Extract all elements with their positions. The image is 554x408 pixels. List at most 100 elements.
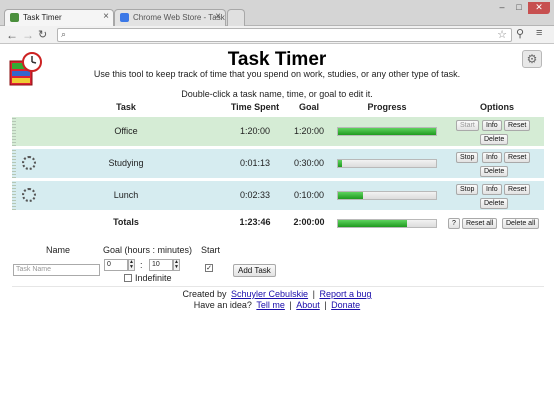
hours-spinner[interactable]: ▲ ▼ bbox=[128, 259, 135, 271]
forward-icon[interactable]: → bbox=[22, 27, 34, 43]
footer-separator: | bbox=[324, 300, 327, 310]
progress-fill bbox=[338, 192, 363, 199]
minimize-icon[interactable]: – bbox=[494, 2, 510, 14]
donate-link[interactable]: Donate bbox=[331, 300, 360, 310]
tab-chrome-web-store[interactable]: Chrome Web Store - Task × bbox=[114, 9, 226, 26]
footer-links: Have an idea? Tell me | About | Donate bbox=[0, 300, 554, 310]
divider bbox=[12, 286, 544, 287]
goal-label: Goal (hours : minutes) bbox=[103, 245, 193, 255]
delete-button[interactable]: Delete bbox=[480, 198, 509, 209]
window-controls: – □ ✕ bbox=[494, 2, 550, 14]
info-button[interactable]: Info bbox=[482, 120, 502, 131]
drag-handle[interactable] bbox=[12, 117, 16, 146]
tab-close-icon[interactable]: × bbox=[215, 11, 221, 22]
start-button[interactable]: Start bbox=[456, 120, 479, 131]
drag-handle[interactable] bbox=[12, 181, 16, 210]
task-goal[interactable]: 0:30:00 bbox=[289, 158, 329, 168]
progress-fill bbox=[338, 160, 342, 167]
report-bug-link[interactable]: Report a bug bbox=[319, 289, 371, 299]
tab-label: Task Timer bbox=[23, 13, 62, 22]
minutes-input[interactable]: 10 bbox=[149, 259, 173, 271]
maximize-icon[interactable]: □ bbox=[511, 2, 527, 14]
start-checkbox[interactable]: ✓ bbox=[205, 264, 213, 272]
new-tab-button[interactable] bbox=[227, 9, 245, 26]
drag-handle[interactable] bbox=[12, 149, 16, 178]
menu-icon[interactable]: ≡ bbox=[536, 27, 542, 39]
time-colon: : bbox=[140, 260, 143, 270]
bookmark-star-icon[interactable]: ☆ bbox=[497, 28, 507, 41]
reset-all-button[interactable]: Reset all bbox=[462, 218, 498, 229]
task-progress-bar bbox=[337, 191, 437, 200]
task-name[interactable]: Studying bbox=[96, 158, 156, 168]
reset-button[interactable]: Reset bbox=[504, 152, 531, 163]
column-header-goal: Goal bbox=[298, 102, 319, 112]
address-bar[interactable]: ⌕ ☆ bbox=[57, 28, 512, 42]
name-label: Name bbox=[46, 245, 71, 255]
column-header-task: Task bbox=[116, 102, 136, 112]
author-link[interactable]: Schuyler Cebulskie bbox=[231, 289, 308, 299]
footer-credits: Created by Schuyler Cebulskie | Report a… bbox=[0, 289, 554, 299]
delete-button[interactable]: Delete bbox=[480, 166, 509, 177]
footer-separator: | bbox=[289, 300, 292, 310]
totals-progress-bar bbox=[337, 219, 437, 228]
start-label: Start bbox=[201, 245, 221, 255]
tell-me-link[interactable]: Tell me bbox=[256, 300, 285, 310]
column-header-time-spent: Time Spent bbox=[230, 102, 280, 112]
page-title: Task Timer bbox=[227, 49, 327, 70]
delete-button[interactable]: Delete bbox=[480, 134, 509, 145]
page-subtitle: Use this tool to keep track of time that… bbox=[93, 69, 461, 79]
minutes-spinner[interactable]: ▲ ▼ bbox=[173, 259, 180, 271]
running-spinner-icon bbox=[22, 188, 36, 202]
stop-button[interactable]: Stop bbox=[456, 152, 479, 163]
task-row: Studying 0:01:13 0:30:00 Stop Info Reset… bbox=[12, 149, 544, 178]
column-header-progress: Progress bbox=[367, 102, 407, 112]
tab-label: Chrome Web Store - Task bbox=[133, 13, 225, 22]
footer-separator: | bbox=[312, 289, 315, 299]
task-name[interactable]: Lunch bbox=[96, 190, 156, 200]
extension-icon[interactable]: ⚲ bbox=[516, 27, 524, 40]
window-close-icon[interactable]: ✕ bbox=[528, 2, 550, 14]
task-timer-favicon-icon bbox=[10, 13, 19, 22]
browser-toolbar: ← → ↻ ⌕ ☆ ⚲ ≡ bbox=[0, 26, 554, 44]
search-icon: ⌕ bbox=[61, 29, 67, 39]
progress-fill bbox=[338, 220, 407, 227]
stop-button[interactable]: Stop bbox=[456, 184, 479, 195]
task-row: Lunch 0:02:33 0:10:00 Stop Info Reset De… bbox=[12, 181, 544, 210]
totals-label: Totals bbox=[113, 217, 139, 227]
task-progress-bar bbox=[337, 127, 437, 136]
indefinite-checkbox[interactable] bbox=[124, 274, 132, 282]
totals-goal: 2:00:00 bbox=[293, 217, 325, 227]
column-header-options: Options bbox=[480, 102, 514, 112]
task-time-spent[interactable]: 1:20:00 bbox=[225, 126, 285, 136]
add-task-button[interactable]: Add Task bbox=[233, 264, 276, 277]
task-name[interactable]: Office bbox=[96, 126, 156, 136]
indefinite-label: Indefinite bbox=[135, 273, 172, 283]
task-row: Office 1:20:00 1:20:00 Start Info Reset … bbox=[12, 117, 544, 146]
help-button[interactable]: ? bbox=[448, 218, 460, 229]
task-progress-bar bbox=[337, 159, 437, 168]
idea-text: Have an idea? bbox=[193, 300, 252, 310]
task-time-spent[interactable]: 0:01:13 bbox=[225, 158, 285, 168]
reset-button[interactable]: Reset bbox=[504, 184, 531, 195]
created-by-text: Created by bbox=[182, 289, 227, 299]
task-timer-page: ⚙ Task Timer Use this tool to keep track… bbox=[0, 45, 554, 408]
info-button[interactable]: Info bbox=[482, 184, 502, 195]
totals-time-spent: 1:23:46 bbox=[239, 217, 271, 227]
reset-button[interactable]: Reset bbox=[504, 120, 531, 131]
about-link[interactable]: About bbox=[296, 300, 320, 310]
task-goal[interactable]: 0:10:00 bbox=[289, 190, 329, 200]
delete-all-button[interactable]: Delete all bbox=[502, 218, 540, 229]
back-icon[interactable]: ← bbox=[6, 27, 18, 43]
browser-titlebar: Task Timer × Chrome Web Store - Task × –… bbox=[0, 0, 554, 26]
edit-hint: Double-click a task name, time, or goal … bbox=[181, 89, 373, 99]
task-name-input[interactable]: Task Name bbox=[13, 264, 100, 276]
task-time-spent[interactable]: 0:02:33 bbox=[225, 190, 285, 200]
progress-fill bbox=[338, 128, 436, 135]
totals-row: Totals 1:23:46 2:00:00 ? Reset all Delet… bbox=[12, 215, 544, 231]
info-button[interactable]: Info bbox=[482, 152, 502, 163]
task-goal[interactable]: 1:20:00 bbox=[289, 126, 329, 136]
tab-close-icon[interactable]: × bbox=[103, 11, 109, 22]
hours-input[interactable]: 0 bbox=[104, 259, 128, 271]
reload-icon[interactable]: ↻ bbox=[38, 27, 47, 43]
tab-task-timer[interactable]: Task Timer × bbox=[4, 9, 114, 26]
